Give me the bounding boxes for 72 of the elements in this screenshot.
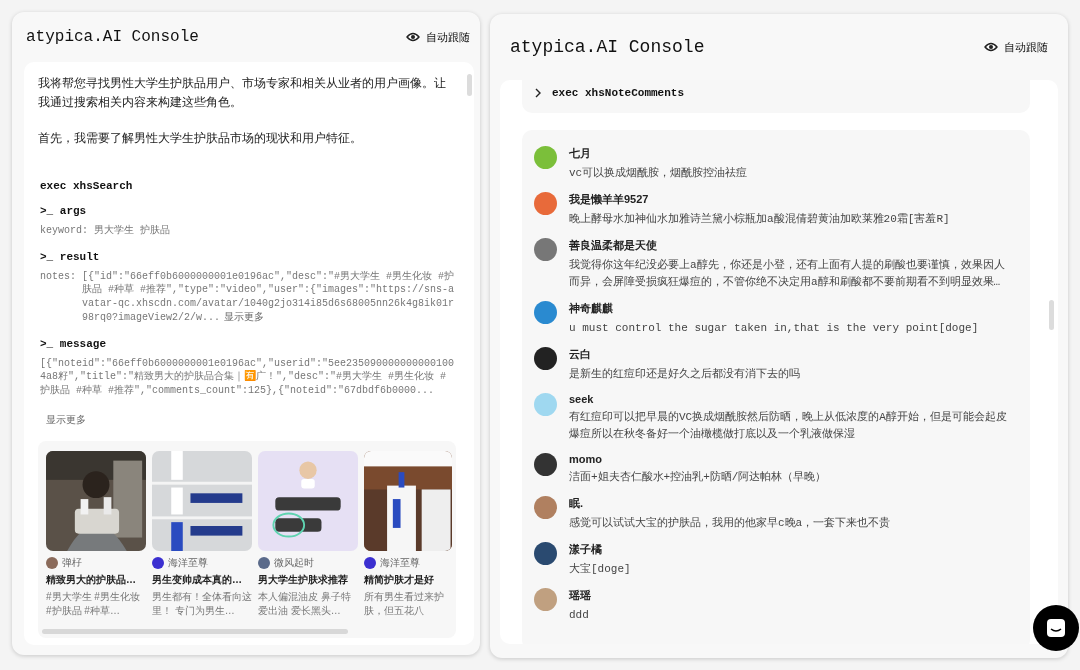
- field-value: 男大学生 护肤品: [94, 224, 171, 238]
- message-text: 首先，我需要了解男性大学生护肤品市场的现状和用户特征。: [38, 130, 363, 147]
- auto-follow-toggle[interactable]: 自动跟随: [406, 29, 470, 45]
- comment-text: 有红痘印可以把早晨的VC换成烟酰胺然后防晒，晚上从低浓度的A醇开始，但是可能会起皮爆痘所以在秋冬备好一个油橄榄做打底以及一个乳液做保湿: [569, 410, 1008, 442]
- note-description: #男大学生 #男生化妆 #护肤品 #种草…: [46, 590, 141, 618]
- author-name: 微风起时: [274, 556, 314, 570]
- comment-text: 感觉可以试试大宝的护肤品，我用的他家早c晚a，一套下来也不贵: [569, 515, 891, 531]
- note-description: 男生都有！全体看向这里！ 专门为男生…: [152, 590, 252, 618]
- avatar: [46, 557, 58, 569]
- eye-icon: [406, 31, 420, 43]
- section-label: >_ message: [40, 337, 106, 350]
- comment-text: 是新生的红痘印还是好久之后都没有消下去的吗: [569, 367, 800, 382]
- section-label: >_ args: [40, 205, 87, 217]
- scrollbar-thumb[interactable]: [42, 629, 348, 634]
- commenter-name: 眠.: [569, 496, 585, 511]
- avatar: [534, 542, 557, 565]
- comment-text: 我觉得你这年纪没必要上a醇先，你还是小登，还有上面有人提的刷酸也要谨慎，效果因人而异，会屏障受损疯狂爆痘的，不管你绝不决定用a醇和刷酸都不要前期看不到明显效果…: [569, 258, 1006, 290]
- note-description: 本人偏混油皮 鼻子特爱出油 爱长黑头…: [258, 590, 352, 618]
- field-value: [{"id":"66eff0b6000000001e0196ac","desc":"#男大学生 #男生化妆 #护肤品 #种草 #推荐","type":"video","user":{"images":"https://sns-avatar-qc.xhscdn.com/avatar/1040g2jo314i85d6s68005nn26k4g8ik01r98rq0?imageView2/2/w... 显示更多: [82, 269, 456, 325]
- auto-follow-toggle[interactable]: 自动跟随: [984, 39, 1048, 55]
- commenter-name: 漾子橘: [569, 542, 603, 557]
- commenter-name: 我是懒羊羊9527: [569, 192, 650, 207]
- commenter-name: 云白: [569, 347, 592, 362]
- avatar: [534, 238, 557, 261]
- avatar: [534, 192, 557, 215]
- tool-name: exec xhsSearch: [40, 180, 133, 192]
- commenter-name: seek: [569, 393, 595, 405]
- console-title: atypica.AI Console: [26, 28, 199, 46]
- author-name: 海洋至尊: [168, 556, 208, 570]
- scrollbar-thumb[interactable]: [1049, 300, 1054, 330]
- note-title[interactable]: 男大学生护肤求推荐: [258, 573, 358, 587]
- note-description: 所有男生看过来护肤，但五花八: [364, 590, 445, 618]
- commenter-name: 瑶瑶: [569, 588, 591, 603]
- tool-call-row[interactable]: exec xhsNoteComments: [522, 80, 1030, 113]
- comment-text: 洁面+姐夫杏仁酸水+控油乳+防晒/阿达帕林（早晚）: [569, 470, 827, 485]
- message-text: 我将帮您寻找男性大学生护肤品用户、市场专家和相关从业者的用户画像。让我通过搜索相关内容来构建这些角色。: [38, 75, 447, 111]
- eye-icon: [984, 41, 998, 53]
- console-title: atypica.AI Console: [510, 37, 705, 57]
- commenter-name: 神奇麒麒: [569, 301, 614, 316]
- comment-text: 大宝[doge]: [569, 562, 631, 577]
- comment-text: ddd: [569, 608, 590, 623]
- message-value: [{"noteid":"66eff0b6000000001e0196ac","userid":"5ee2350900000000001004a8籽","title":"精致男大的护肤品合集｜🈶广！","desc":"#男大学生 #男生化妆 #护肤品 #种草 #推荐","comments_count":125},{"noteid":"67dbdf6b0000...: [40, 356, 456, 397]
- avatar: [534, 301, 557, 324]
- avatar: [258, 557, 270, 569]
- commenter-name: 七月: [569, 146, 592, 161]
- avatar: [152, 557, 164, 569]
- section-label: >_ result: [40, 250, 100, 263]
- note-title[interactable]: 男生变帅成本真的…: [152, 573, 252, 587]
- avatar: [534, 588, 557, 611]
- avatar: [364, 557, 376, 569]
- scrollbar-thumb[interactable]: [467, 74, 472, 96]
- field-key: keyword:: [40, 224, 88, 238]
- comment-text: u must control the sugar taken in,that is the very point[doge]: [569, 321, 979, 336]
- note-title[interactable]: 精简护肤才是好: [364, 573, 452, 587]
- avatar: [534, 496, 557, 519]
- author-name: 海洋至尊: [380, 556, 420, 570]
- avatar: [534, 453, 557, 476]
- chat-icon: [1046, 618, 1066, 638]
- note-title[interactable]: 精致男大的护肤品…: [46, 573, 146, 587]
- author-name: 弹杍: [62, 556, 82, 570]
- commenter-name: momo: [569, 453, 603, 465]
- avatar: [534, 146, 557, 169]
- show-more-link[interactable]: 显示更多: [224, 311, 265, 322]
- avatar: [534, 347, 557, 370]
- show-more-link[interactable]: 显示更多: [46, 413, 86, 427]
- comment-text: vc可以换成烟酰胺，烟酰胺控油祛痘: [569, 166, 748, 181]
- avatar: [534, 393, 557, 416]
- chevron-right-icon[interactable]: [534, 87, 542, 98]
- comment-text: 晚上酵母水加神仙水加雅诗兰黛小棕瓶加a酸混倩碧黄油加欧莱雅20霜[害羞R]: [569, 212, 950, 227]
- field-key: notes:: [40, 269, 76, 325]
- commenter-name: 善良温柔都是天使: [569, 238, 658, 253]
- tool-name: exec xhsNoteComments: [552, 86, 685, 99]
